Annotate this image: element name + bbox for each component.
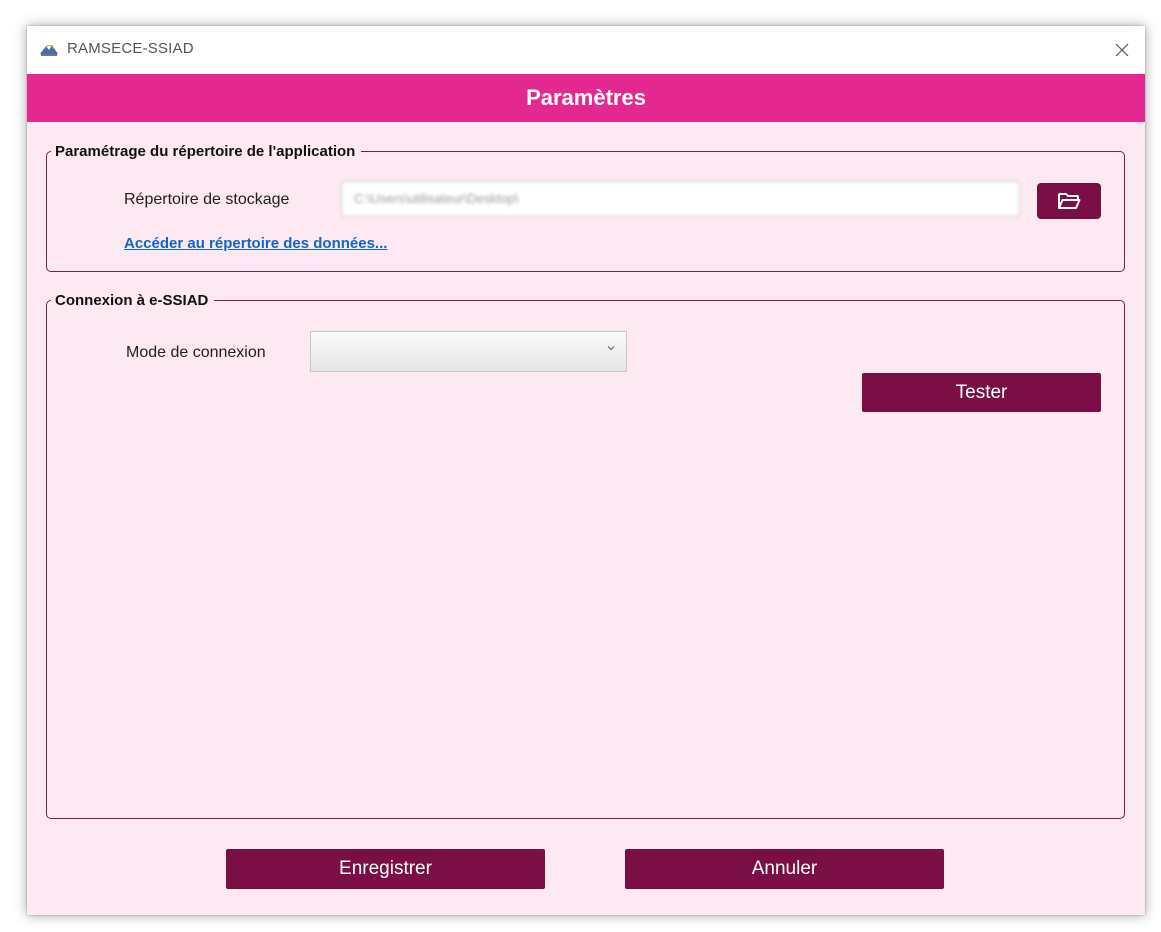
page-title: Paramètres [526, 85, 646, 110]
close-icon [1115, 43, 1129, 57]
window-title: RAMSECE-SSIAD [67, 40, 194, 57]
browse-folder-button[interactable] [1037, 183, 1101, 219]
connection-group-legend: Connexion à e-SSIAD [55, 292, 209, 309]
connection-mode-label: Mode de connexion [126, 344, 266, 361]
title-bar: RAMSECE-SSIAD [27, 26, 1145, 74]
close-button[interactable] [1099, 26, 1145, 74]
open-data-directory-link[interactable]: Accéder au répertoire des données... [124, 235, 387, 252]
storage-directory-input[interactable]: C:\Users\utilisateur\Desktop\ [341, 181, 1020, 217]
connection-mode-select[interactable] [310, 331, 627, 372]
storage-directory-label: Répertoire de stockage [124, 191, 290, 208]
ramsece-logo-icon [39, 43, 59, 57]
folder-open-icon [1058, 193, 1081, 209]
test-connection-button[interactable]: Tester [862, 373, 1101, 412]
header-band: Paramètres [27, 74, 1145, 122]
cancel-button[interactable]: Annuler [625, 849, 944, 889]
storage-group-legend: Paramétrage du répertoire de l'applicati… [55, 143, 356, 160]
save-button[interactable]: Enregistrer [226, 849, 545, 889]
settings-dialog: RAMSECE-SSIAD Paramètres Paramétrage du … [27, 26, 1145, 915]
chevron-down-icon [607, 346, 615, 351]
